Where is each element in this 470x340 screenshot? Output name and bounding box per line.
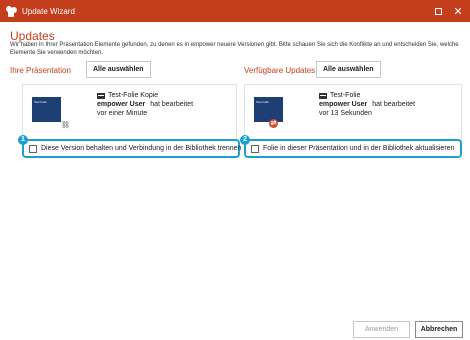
window-title: Update Wizard <box>22 6 75 16</box>
maximize-icon <box>434 7 442 15</box>
apply-button[interactable]: Anwenden <box>353 321 410 338</box>
slide-name: Test-Folie <box>330 92 361 99</box>
callout-badge-1: 1 <box>18 135 28 145</box>
user-name: empower User <box>319 101 368 108</box>
slide-icon <box>97 92 105 99</box>
edit-time: vor einer Minute <box>97 110 148 117</box>
keep-version-option[interactable]: Diese Version behalten und Verbindung in… <box>22 139 242 158</box>
description-text: Wir haben in Ihrer Präsentation Elemente… <box>10 42 459 56</box>
thumbnail-title: Test Folie <box>34 100 47 104</box>
slide-thumbnail: Test Folie <box>254 97 283 122</box>
callout-badge-2: 2 <box>240 135 250 145</box>
keep-version-label: Diese Version behalten und Verbindung in… <box>41 145 242 152</box>
update-slide-option[interactable]: Folie in dieser Präsentation und in der … <box>244 139 462 158</box>
edit-action: hat bearbeitet <box>150 101 194 108</box>
close-button[interactable]: ✕ <box>448 0 468 22</box>
slide-meta: Test-Folie empower User hat bearbeitet v… <box>319 91 415 118</box>
slide-thumbnail: Test Folie <box>32 97 61 122</box>
update-icon: ⇄ <box>269 119 278 128</box>
update-slide-checkbox[interactable] <box>251 144 259 153</box>
section-label-your-presentation: Ihre Präsentation <box>10 66 71 75</box>
select-all-right-button[interactable]: Alle auswählen <box>316 61 381 78</box>
cancel-button[interactable]: Abbrechen <box>415 321 463 338</box>
keep-version-checkbox[interactable] <box>29 144 37 153</box>
user-name: empower User <box>97 101 146 108</box>
slide-name: Test-Folie Kopie <box>108 92 159 99</box>
slide-meta: Test-Folie Kopie empower User hat bearbe… <box>97 91 193 118</box>
thumbnail-title: Test Folie <box>256 100 269 104</box>
link-icon: ⛓ <box>61 122 70 129</box>
section-label-available-updates: Verfügbare Updates <box>244 66 316 75</box>
select-all-left-button[interactable]: Alle auswählen <box>86 61 151 78</box>
close-icon: ✕ <box>453 5 463 18</box>
slide-icon <box>319 92 327 99</box>
page-title: Updates <box>10 29 55 43</box>
edit-time: vor 13 Sekunden <box>319 110 372 117</box>
maximize-button[interactable] <box>428 0 448 22</box>
update-slide-label: Folie in dieser Präsentation und in der … <box>263 145 455 152</box>
edit-action: hat bearbeitet <box>372 101 416 108</box>
powerpoint-shapes-icon <box>6 5 17 17</box>
title-bar: Update Wizard ✕ <box>0 0 470 22</box>
